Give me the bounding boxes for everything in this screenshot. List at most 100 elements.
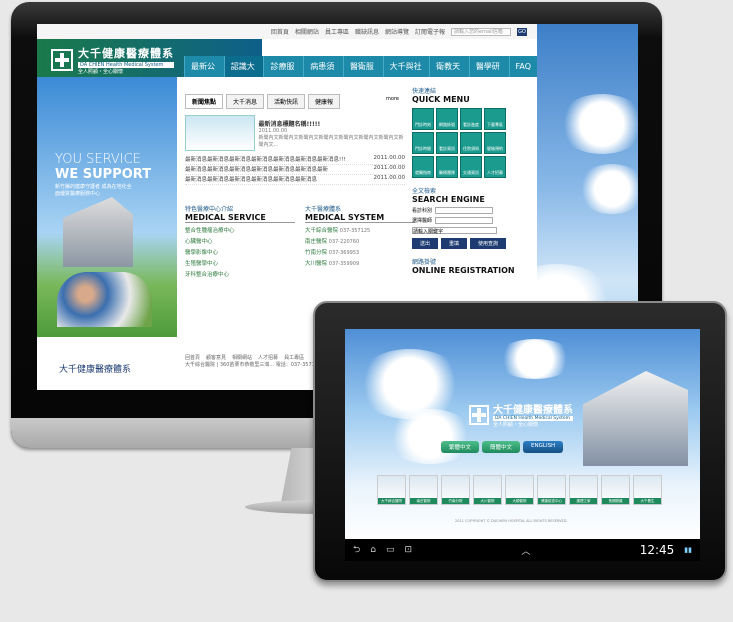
hospital-tile[interactable]: 大順醫院 [505,475,534,505]
quick-item[interactable]: 看診進度 [460,108,482,130]
hospital-building-image [63,197,133,267]
tablet-screen: 大千健康醫療體系 DA CHIEN Health Medical System … [345,329,700,539]
nav-community[interactable]: 大千與社區 [382,56,430,92]
hospital-tile[interactable]: 長期照護 [601,475,630,505]
tab-events[interactable]: 活動快訊 [267,94,306,109]
quick-item[interactable]: 住院須知 [460,132,482,154]
medical-system-block: 大千醫療體系 MEDICAL SYSTEM 大千綜合醫院 037-357125 … [305,204,415,278]
footer-link[interactable]: 人才招募 [258,354,278,361]
nav-research[interactable]: 醫學研究 [468,56,509,92]
nav-patients[interactable]: 病患須知 [303,56,343,92]
hospital-tile[interactable]: 大川醫院 [473,475,502,505]
quick-menu-title: QUICK MENU [412,95,470,104]
footer-link[interactable]: 回首頁 [185,354,200,361]
back-icon[interactable]: ⮌ [353,542,360,558]
keyword-input[interactable]: 請輸入關鍵字 [412,227,497,235]
home-icon[interactable]: ⌂ [370,545,376,555]
submit-button[interactable]: 送出 [412,238,439,249]
tab-health-news[interactable]: 健康報 [308,94,341,109]
featured-news[interactable]: 最新消息標題名稱!!!!! 2011.00.00 新聞內文新聞內文新聞內文新聞內… [185,115,405,151]
footer-address: 大千綜合醫院 | 360苗栗市恭敬里三灣... 電話：037-357125 [185,362,322,368]
quick-menu-grid: 門診時刻 網路掛號 看診進度 下載專區 門診時間 看診資訊 住院須知 健檢預約 … [412,108,530,178]
quick-item[interactable]: 網路掛號 [436,108,458,130]
quick-item[interactable]: 就醫指南 [412,156,434,178]
lang-simplified[interactable]: 簡體中文 [482,441,521,453]
service-item[interactable]: 生殖醫學中心 [185,259,295,267]
query-button[interactable]: 使用查詢 [470,238,507,249]
medical-service-block: 特色醫療中心介紹 MEDICAL SERVICE 整合性腫瘤治療中心 心臟醫中心… [185,204,295,278]
footer-link[interactable]: 相關網站 [232,354,252,361]
service-item[interactable]: 整合性腫瘤治療中心 [185,226,295,234]
news-section: 新聞焦點 大千消息 活動快訊 健康報 more 最新消息標題名稱!!!!! 20… [185,94,405,185]
android-nav-bar: ⮌ ⌂ ▭ ⊡ ︿ 12:45 ▮▮ [345,539,700,561]
more-link[interactable]: more [380,94,405,109]
quick-item[interactable]: 門診時間 [412,132,434,154]
nav-health[interactable]: 醫衛服務 [342,56,383,92]
quick-item[interactable]: 醫療團隊 [436,156,458,178]
top-link-related[interactable]: 相關網站 [295,27,319,36]
department-select[interactable] [435,207,494,214]
quick-item[interactable]: 門診時刻 [412,108,434,130]
tablet-logo[interactable]: 大千健康醫療體系 DA CHIEN Health Medical System … [469,401,573,428]
hospital-item[interactable]: 大千綜合醫院 037-357125 [305,226,415,234]
hospital-tile[interactable]: 護理之家 [569,475,598,505]
tab-news-focus[interactable]: 新聞焦點 [185,94,224,109]
news-item[interactable]: 最新消息最新消息最新消息最新消息最新消息最新消息最新消息!!! 2011.00.0… [185,155,405,165]
footer-link[interactable]: 顧客意見 [206,354,226,361]
service-item[interactable]: 牙科整合治療中心 [185,270,295,278]
hospital-item[interactable]: 南庄醫院 037-220760 [305,237,415,245]
nav-services[interactable]: 診療服務 [263,56,304,92]
go-button[interactable]: GO [517,27,527,36]
nav-education[interactable]: 衛教天地 [429,56,469,92]
chevron-up-icon[interactable]: ︿ [521,544,530,557]
lang-traditional[interactable]: 繁體中文 [441,441,480,453]
tablet: 大千健康醫療體系 DA CHIEN Health Medical System … [313,301,727,582]
top-link-home[interactable]: 回首頁 [271,27,289,36]
signal-icon: ▮▮ [684,546,693,554]
quick-item[interactable]: 健檢預約 [484,132,506,154]
featured-news-image [185,115,255,151]
service-item[interactable]: 醫學影像中心 [185,248,295,256]
hospital-tile[interactable]: 健康檢查中心 [537,475,566,505]
online-registration-title[interactable]: ONLINE REGISTRATION [412,266,530,275]
hospital-item[interactable]: 竹南分院 037-369953 [305,248,415,256]
footer-logo: 大千健康醫療體系 [59,365,132,375]
quick-item[interactable]: 交通資訊 [460,156,482,178]
screenshot-icon[interactable]: ⊡ [404,545,412,555]
nav-news[interactable]: 最新公告 [184,56,224,92]
quick-item[interactable]: 下載專區 [484,108,506,130]
hospital-tile[interactable]: 大千綜合醫院 [377,475,406,505]
tab-dachien-news[interactable]: 大千消息 [226,94,265,109]
nav-faq[interactable]: FAQ [508,56,537,77]
featured-desc: 新聞內文新聞內文新聞內文新聞內文新聞內文新聞內文新聞內文新聞內文... [258,134,404,148]
service-item[interactable]: 心臟醫中心 [185,237,295,245]
top-link-jobs[interactable]: 職缺訊息 [355,27,379,36]
top-link-subscribe[interactable]: 訂閱電子報 [415,27,445,36]
news-item[interactable]: 最新消息最新消息最新消息最新消息最新消息最新消息最新 2011.00.00 [185,165,405,175]
site-logo[interactable]: 大千健康醫療體系 DA CHIEN Health Medical System … [51,45,174,75]
utility-bar: 回首頁 相關網站 員工專區 職缺訊息 網站導覽 訂閱電子報 請輸入您的email… [37,24,537,39]
hospital-tile[interactable]: 南庄醫院 [409,475,438,505]
news-item[interactable]: 最新消息最新消息最新消息最新消息最新消息最新消息 2011.00.00 [185,175,405,185]
quick-item[interactable]: 人才招募 [484,156,506,178]
copyright: 2011 COPYRIGHT © DACHIEN HOSPITAL ALL RI… [455,519,568,523]
doctor-select[interactable] [435,217,494,224]
reset-button[interactable]: 重填 [441,238,468,249]
nav-about[interactable]: 認識大千 [223,56,264,92]
top-link-staff[interactable]: 員工專區 [325,27,349,36]
lang-english[interactable]: ENGLISH [523,441,564,453]
featured-title: 最新消息標題名稱!!!!! [258,120,321,128]
email-input[interactable]: 請輸入您的email信箱 [451,27,511,36]
cross-logo-icon [51,49,73,71]
top-link-sitemap[interactable]: 網站導覽 [385,27,409,36]
hospital-tile[interactable]: 竹南分院 [441,475,470,505]
hospital-item[interactable]: 大川醫院 037-359909 [305,259,415,267]
footer-link[interactable]: 員工專區 [284,354,304,361]
search-engine-title: SEARCH ENGINE [412,195,485,204]
hospital-tiles: 大千綜合醫院 南庄醫院 竹南分院 大川醫院 大順醫院 健康檢查中心 護理之家 長… [377,475,662,505]
quick-item[interactable]: 看診資訊 [436,132,458,154]
logo-name: 大千健康醫療體系 [78,47,174,60]
recent-apps-icon[interactable]: ▭ [386,545,395,555]
left-banner: YOU SERVICE WE SUPPORT 新竹縣的健康守護者 成為在地化全面… [37,77,177,337]
hospital-tile[interactable]: 大千養生 [633,475,662,505]
